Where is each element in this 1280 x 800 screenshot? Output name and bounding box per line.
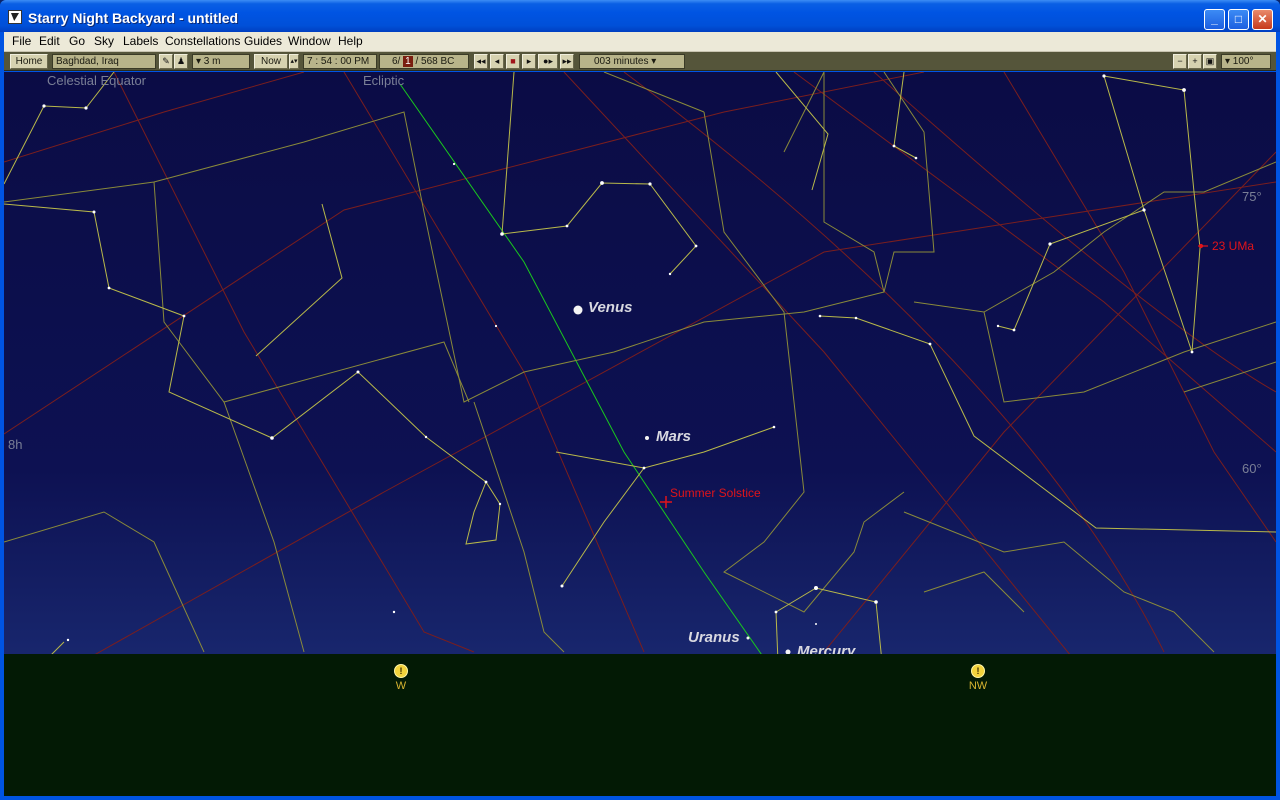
menu-edit[interactable]: Edit xyxy=(39,34,60,48)
step-back-icon[interactable]: ◂◂ xyxy=(474,54,488,69)
celestial-equator-label: Celestial Equator xyxy=(47,73,146,88)
menu-constellations[interactable]: Constellations xyxy=(165,34,240,48)
home-button[interactable]: Home xyxy=(10,54,48,69)
now-button[interactable]: Now xyxy=(254,54,288,69)
maximize-button[interactable]: □ xyxy=(1228,9,1249,30)
play-forward-icon[interactable]: ▸ xyxy=(522,54,536,69)
time-step-dropdown[interactable]: 003 minutes ▾ xyxy=(579,54,685,69)
ecliptic-label: Ecliptic xyxy=(363,73,405,88)
compass-west: ! W xyxy=(386,664,416,692)
west-label: W xyxy=(395,680,407,692)
star-23-uma-label[interactable]: 23 UMa xyxy=(1212,239,1254,253)
zoom-in-icon[interactable]: + xyxy=(1188,54,1202,69)
menu-sky[interactable]: Sky xyxy=(94,34,114,48)
zoom-out-icon[interactable]: − xyxy=(1173,54,1187,69)
lift-off-icon[interactable]: ♟ xyxy=(174,54,188,69)
window-title: Starry Night Backyard - untitled xyxy=(28,10,239,26)
date-field[interactable]: 6/ 1 / 568 BC xyxy=(379,54,469,69)
venus-label[interactable]: Venus xyxy=(588,299,632,316)
mars-marker[interactable] xyxy=(645,436,649,440)
elevation-dropdown[interactable]: ▾ 3 m xyxy=(192,54,250,69)
menu-guides[interactable]: Guides xyxy=(244,34,282,48)
starry-night-app-icon[interactable] xyxy=(8,10,22,24)
menu-window[interactable]: Window xyxy=(288,34,331,48)
horizon-ground[interactable]: ! W ! NW xyxy=(4,654,1276,796)
menu-bar: File Edit Go Sky Labels Constellations G… xyxy=(4,32,1276,52)
star-field xyxy=(42,74,1194,642)
menu-go[interactable]: Go xyxy=(69,34,85,48)
menu-file[interactable]: File xyxy=(12,34,31,48)
constellation-boundaries xyxy=(4,72,1276,653)
menu-help[interactable]: Help xyxy=(338,34,363,48)
west-direction-icon: ! xyxy=(394,664,408,678)
play-back-icon[interactable]: ◂ xyxy=(490,54,504,69)
ecliptic-line xyxy=(399,83,765,659)
uranus-label[interactable]: Uranus xyxy=(688,629,740,646)
app-window: Starry Night Backyard - untitled _ □ ✕ F… xyxy=(0,0,1280,800)
date-month: 6/ xyxy=(392,56,401,67)
sky-view[interactable]: Celestial Equator Ecliptic 8h 75° 60° Ve… xyxy=(4,72,1276,796)
close-button[interactable]: ✕ xyxy=(1252,9,1273,30)
minimize-button[interactable]: _ xyxy=(1204,9,1225,30)
time-stepper[interactable]: ▴▾ xyxy=(289,54,299,69)
field-of-view-dropdown[interactable]: ▾ 100° xyxy=(1221,54,1271,69)
time-field[interactable]: 7 : 54 : 00 PM xyxy=(303,54,377,69)
zoom-reset-icon[interactable]: ▣ xyxy=(1203,54,1217,69)
northwest-label: NW xyxy=(968,680,988,692)
altitude-60-label: 60° xyxy=(1242,461,1262,476)
date-day-selected[interactable]: 1 xyxy=(403,56,413,67)
northwest-direction-icon: ! xyxy=(971,664,985,678)
star-23-uma-marker[interactable] xyxy=(1198,243,1208,249)
fast-forward-icon[interactable]: ●▸ xyxy=(538,54,558,69)
step-forward-icon[interactable]: ▸▸ xyxy=(560,54,574,69)
viewpoint-tool-icon[interactable]: ✎ xyxy=(159,54,173,69)
toolbar: Home Baghdad, Iraq ✎ ♟ ▾ 3 m Now ▴▾ 7 : … xyxy=(4,52,1276,71)
constellation-lines xyxy=(4,72,1276,663)
altitude-75-label: 75° xyxy=(1242,189,1262,204)
coordinate-grid xyxy=(4,72,1276,673)
summer-solstice-label[interactable]: Summer Solstice xyxy=(670,486,761,500)
stop-icon[interactable]: ■ xyxy=(506,54,520,69)
venus-marker[interactable] xyxy=(573,305,583,315)
right-ascension-8h-label: 8h xyxy=(8,437,23,452)
compass-northwest: ! NW xyxy=(963,664,993,692)
uranus-marker[interactable] xyxy=(746,636,750,640)
title-bar[interactable]: Starry Night Backyard - untitled _ □ ✕ xyxy=(0,0,1280,32)
location-field[interactable]: Baghdad, Iraq xyxy=(52,54,156,69)
mars-label[interactable]: Mars xyxy=(656,428,691,445)
date-year: / 568 BC xyxy=(415,56,455,67)
menu-labels[interactable]: Labels xyxy=(123,34,158,48)
